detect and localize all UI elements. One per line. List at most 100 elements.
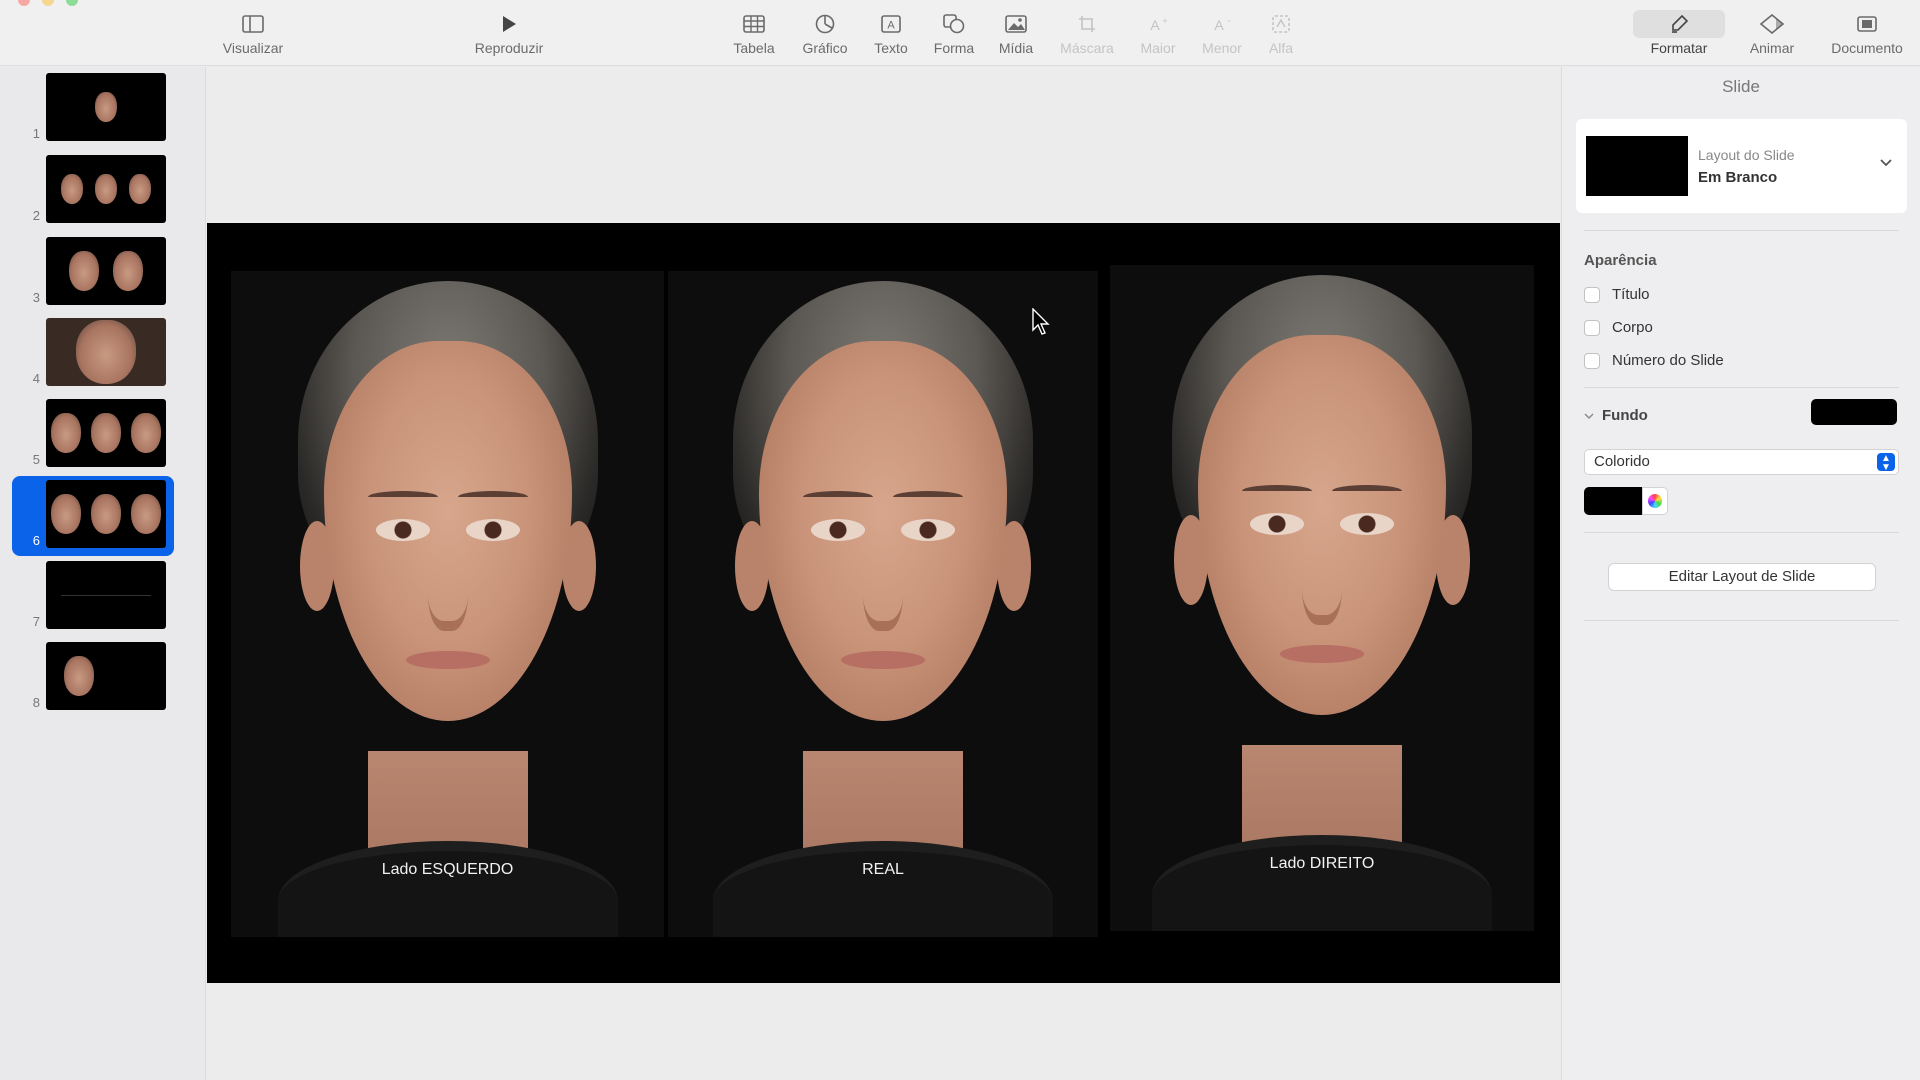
slide-thumbnail-1[interactable]: 1 xyxy=(0,73,206,145)
face-image xyxy=(91,494,121,534)
diamond-icon xyxy=(1760,10,1784,38)
face-image xyxy=(95,92,117,122)
background-color-swatch[interactable] xyxy=(1811,399,1897,425)
slide-thumbnail-8[interactable]: 8 xyxy=(0,642,206,714)
format-button[interactable]: Formatar xyxy=(1633,10,1725,56)
slide-number-checkbox[interactable]: Número do Slide xyxy=(1584,352,1724,369)
panel-caption: Lado DIREITO xyxy=(1269,855,1375,872)
face-illustration xyxy=(693,281,1073,937)
slide-number: 8 xyxy=(32,695,40,710)
image-real[interactable]: REAL xyxy=(668,271,1098,937)
slide-thumbnail-3[interactable]: 3 xyxy=(0,237,206,309)
layout-thumbnail xyxy=(1586,136,1688,196)
shape-icon xyxy=(943,10,965,38)
slide-canvas[interactable]: Lado ESQUERDO REAL Lado DIREITO xyxy=(207,67,1560,1080)
inspector-title: Slide xyxy=(1722,77,1760,96)
face-image xyxy=(64,656,94,696)
face-image xyxy=(113,251,143,291)
play-label: Reproduzir xyxy=(474,40,544,56)
image-left-side[interactable]: Lado ESQUERDO xyxy=(231,271,664,937)
checkbox-label: Título xyxy=(1612,286,1650,303)
view-label: Visualizar xyxy=(222,40,284,56)
svg-text:-: - xyxy=(1227,16,1230,27)
slide-layout-picker[interactable]: Layout do Slide Em Branco xyxy=(1576,119,1907,213)
title-checkbox[interactable]: Título xyxy=(1584,286,1650,303)
face-image xyxy=(131,413,161,453)
face-image xyxy=(91,413,121,453)
animate-button[interactable]: Animar xyxy=(1727,10,1817,56)
fill-type-value: Colorido xyxy=(1594,453,1650,470)
body-checkbox[interactable]: Corpo xyxy=(1584,319,1653,336)
play-button[interactable]: Reproduzir xyxy=(464,10,554,56)
edit-slide-layout-button[interactable]: Editar Layout de Slide xyxy=(1608,563,1876,591)
slide-preview xyxy=(46,237,166,305)
layout-caption: Layout do Slide xyxy=(1698,147,1795,163)
sidebar-icon xyxy=(242,10,264,38)
mouse-cursor-icon xyxy=(1032,308,1050,335)
divider xyxy=(1584,532,1899,533)
slide-thumbnail-5[interactable]: 5 xyxy=(0,399,206,471)
slide-number: 3 xyxy=(32,290,40,305)
chevron-down-icon[interactable] xyxy=(1879,155,1893,171)
current-slide[interactable]: Lado ESQUERDO REAL Lado DIREITO xyxy=(207,223,1560,983)
toolbar: Visualizar Reproduzir Tabela Gráfico A T… xyxy=(0,0,1920,66)
slide-thumbnail-2[interactable]: 2 xyxy=(0,155,206,227)
divider-line xyxy=(61,594,151,596)
face-image xyxy=(76,320,136,384)
table-label: Tabela xyxy=(733,40,775,56)
slide-preview xyxy=(46,73,166,141)
chevron-down-icon xyxy=(1584,413,1594,419)
slide-navigator: 1 2 3 4 5 6 7 8 xyxy=(0,67,206,1080)
checkbox[interactable] xyxy=(1584,286,1600,303)
window-controls xyxy=(18,0,78,6)
face-image xyxy=(51,413,81,453)
paintbrush-icon xyxy=(1633,10,1725,38)
svg-text:A: A xyxy=(1150,17,1160,33)
background-disclosure[interactable]: Fundo xyxy=(1584,407,1648,424)
face-illustration xyxy=(258,281,638,937)
appearance-heading: Aparência xyxy=(1584,252,1657,269)
color-well[interactable] xyxy=(1584,487,1668,515)
chevron-updown-icon: ▲ ▼ xyxy=(1877,453,1895,473)
background-label: Fundo xyxy=(1602,407,1648,424)
face-illustration xyxy=(1132,275,1512,931)
slide-thumbnail-7[interactable]: 7 xyxy=(0,561,206,633)
slide-preview xyxy=(46,480,166,548)
face-image xyxy=(69,251,99,291)
svg-text:A: A xyxy=(887,20,895,32)
slide-number: 4 xyxy=(32,371,40,386)
font-bigger-icon: A + xyxy=(1147,10,1169,38)
media-label: Mídia xyxy=(998,40,1034,56)
face-image xyxy=(51,494,81,534)
document-button[interactable]: Documento xyxy=(1822,10,1912,56)
bigger-label: Maior xyxy=(1140,40,1176,56)
close-window-button[interactable] xyxy=(18,0,30,6)
zoom-window-button[interactable] xyxy=(66,0,78,6)
layout-name: Em Branco xyxy=(1698,169,1778,186)
table-icon xyxy=(743,10,765,38)
chart-icon xyxy=(815,10,835,38)
view-button[interactable]: Visualizar xyxy=(208,10,298,56)
checkbox[interactable] xyxy=(1584,319,1600,336)
play-icon xyxy=(501,10,517,38)
checkbox-label: Corpo xyxy=(1612,319,1653,336)
alpha-label: Alfa xyxy=(1268,40,1294,56)
animate-label: Animar xyxy=(1749,40,1795,56)
image-right-side[interactable]: Lado DIREITO xyxy=(1110,265,1534,931)
divider xyxy=(1584,230,1899,231)
fill-type-select[interactable]: Colorido ▲ ▼ xyxy=(1584,449,1899,475)
svg-text:+: + xyxy=(1162,16,1167,26)
alpha-icon xyxy=(1272,10,1290,38)
slide-number: 6 xyxy=(32,533,40,548)
svg-text:A: A xyxy=(1214,17,1224,33)
slide-thumbnail-6[interactable]: 6 xyxy=(0,476,206,556)
slide-preview xyxy=(46,318,166,386)
slide-number: 1 xyxy=(32,126,40,141)
slide-thumbnail-4[interactable]: 4 xyxy=(0,318,206,390)
minimize-window-button[interactable] xyxy=(42,0,54,6)
alpha-button[interactable]: Alfa xyxy=(1236,10,1326,56)
color-wheel-icon[interactable] xyxy=(1642,487,1668,515)
font-smaller-icon: A- xyxy=(1211,10,1233,38)
color-swatch[interactable] xyxy=(1584,487,1642,515)
checkbox[interactable] xyxy=(1584,352,1600,369)
